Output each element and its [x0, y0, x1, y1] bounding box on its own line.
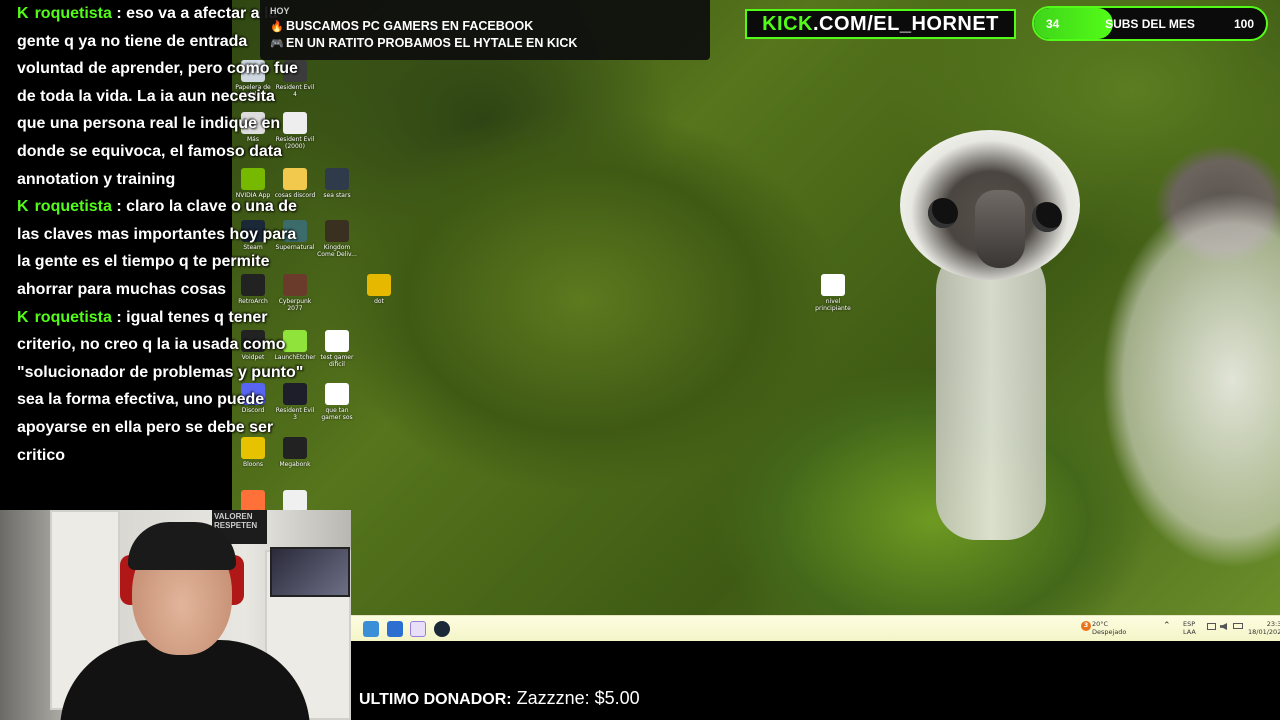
desktop-icon-label: test gamer dificil [320, 354, 354, 368]
chat-username: roquetista [34, 308, 112, 326]
desktop-icon-image [367, 274, 391, 296]
desktop-icon[interactable]: dot [358, 274, 400, 305]
chat-overlay: Kroquetista : eso va a afectar a la gent… [0, 0, 305, 510]
kick-badge-icon: K [17, 308, 29, 326]
desktop-icon-image [821, 274, 845, 296]
desktop-icon-label: que tan gamer sos [321, 407, 353, 421]
chat-text: igual tenes q tener criterio, no creo q … [17, 308, 304, 464]
kick-channel-url: .COM/EL_HORNET [812, 12, 999, 35]
kick-brand: KICK [762, 12, 813, 35]
gamepad-icon: 🎮 [270, 37, 284, 50]
steam-icon[interactable] [434, 621, 450, 637]
desktop-icon-label: sea stars [323, 192, 351, 199]
outlook-icon[interactable] [387, 621, 403, 637]
last-donor-value: Zazzzne: $5.00 [516, 688, 640, 708]
chevron-up-icon[interactable]: ⌃ [1163, 622, 1171, 631]
announcement-text: EN UN RATITO PROBAMOS EL HYTALE EN KICK [286, 36, 578, 50]
desktop-icon[interactable]: Kingdom Come Deliv... [316, 220, 358, 258]
desktop-icon[interactable]: sea stars [316, 168, 358, 199]
file-explorer-icon[interactable] [363, 621, 379, 637]
windows-taskbar: 3 20°C Despejado ⌃ ESP LAA 23:36 18/01/2… [351, 615, 1280, 641]
bird-eye-left [928, 198, 958, 228]
desktop-icon[interactable]: que tan gamer sos [316, 383, 358, 421]
language-bottom: LAA [1183, 628, 1196, 636]
webcam-feed: VALOREN RESPETEN [0, 510, 351, 720]
chat-username: roquetista [34, 5, 112, 22]
bird-beak [975, 190, 1025, 268]
battery-icon[interactable] [1233, 623, 1243, 629]
desktop-wallpaper [232, 0, 1280, 615]
last-donor-label: ULTIMO DONADOR: [359, 691, 512, 708]
clock-time: 23:36 [1266, 620, 1280, 628]
announcement-header: HOY [270, 6, 290, 16]
weather-widget[interactable]: 20°C Despejado [1092, 620, 1126, 636]
announcement-panel: HOY 🔥 BUSCAMOS PC GAMERS EN FACEBOOK 🎮 E… [260, 0, 710, 60]
language-indicator[interactable]: ESP LAA [1183, 620, 1196, 636]
network-icon[interactable] [1207, 623, 1216, 630]
chat-username: roquetista [34, 198, 112, 216]
clock[interactable]: 23:36 18/01/2026 [1248, 620, 1280, 636]
clock-date: 18/01/2026 [1248, 628, 1280, 636]
desktop-icon[interactable]: nivel principiante [812, 274, 854, 312]
desktop-icon-image [325, 330, 349, 352]
announcement-line: 🔥 BUSCAMOS PC GAMERS EN FACEBOOK [270, 19, 700, 33]
fire-icon: 🔥 [270, 20, 284, 33]
desktop-icon[interactable]: test gamer dificil [316, 330, 358, 368]
chat-message: Kroquetista : claro la clave o una de la… [17, 198, 297, 298]
announcement-text: BUSCAMOS PC GAMERS EN FACEBOOK [286, 19, 534, 33]
chat-message: Kroquetista : igual tenes q tener criter… [17, 308, 304, 464]
obs-studio-icon[interactable] [410, 621, 426, 637]
desktop-icon-label: nivel principiante [815, 298, 851, 312]
desktop-icon-image [325, 383, 349, 405]
desktop-icon-image [325, 168, 349, 190]
subs-goal-bar: 34 SUBS DEL MES 100 [1032, 6, 1268, 41]
subs-title: SUBS DEL MES [1105, 17, 1195, 31]
subs-goal: 100 [1233, 17, 1254, 31]
weather-badge: 3 [1081, 621, 1091, 631]
kick-badge-icon: K [17, 5, 29, 22]
weather-temp: 20°C [1092, 620, 1109, 628]
desktop-icon-label: Kingdom Come Deliv... [317, 244, 357, 258]
chat-text: eso va a afectar a la gente q ya no tien… [17, 5, 298, 188]
weather-desc: Despejado [1092, 628, 1127, 636]
language-top: ESP [1183, 620, 1196, 628]
background-monitor [270, 547, 350, 597]
bird-eye-right [1032, 202, 1062, 232]
wallpaper-bird-neck [936, 240, 1046, 540]
desktop-icon-label: dot [374, 298, 384, 305]
volume-icon[interactable] [1220, 623, 1227, 630]
desktop-icon-image [325, 220, 349, 242]
announcement-line: 🎮 EN UN RATITO PROBAMOS EL HYTALE EN KIC… [270, 36, 700, 50]
kick-badge-icon: K [17, 198, 29, 216]
last-donor: ULTIMO DONADOR: Zazzzne: $5.00 [359, 688, 640, 709]
kick-channel-banner: KICK .COM/EL_HORNET [745, 9, 1016, 39]
